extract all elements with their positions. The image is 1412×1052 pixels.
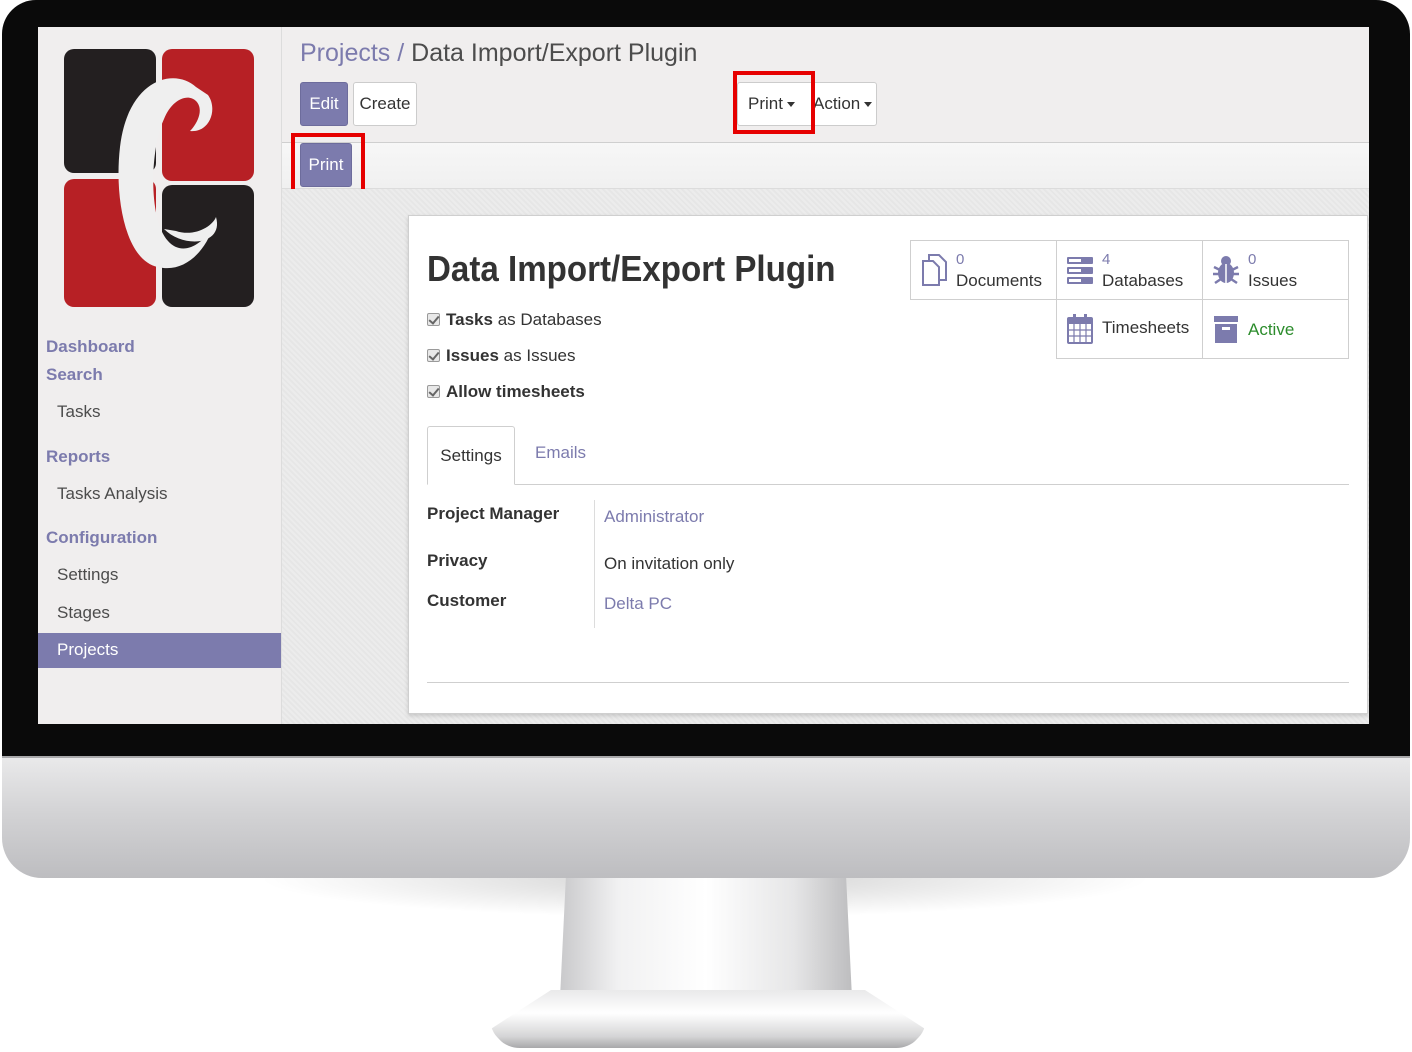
option-tasks-rest: as Databases bbox=[497, 310, 602, 329]
field-separator bbox=[594, 500, 595, 628]
nav-dashboard[interactable]: Dashboard bbox=[46, 337, 135, 357]
monitor-stand-neck bbox=[560, 878, 852, 998]
screen: Dashboard Search Tasks Reports Tasks Ana… bbox=[38, 27, 1369, 724]
nav-stages[interactable]: Stages bbox=[57, 603, 110, 623]
project-manager-link[interactable]: Administrator bbox=[604, 507, 704, 527]
customer-label: Customer bbox=[427, 591, 507, 610]
create-button[interactable]: Create bbox=[353, 82, 417, 126]
database-icon bbox=[1067, 257, 1093, 284]
option-timesheets: Allow timesheets bbox=[427, 382, 585, 402]
nav-tasks[interactable]: Tasks bbox=[57, 402, 100, 422]
databases-count: 4 bbox=[1102, 251, 1111, 268]
option-timesheets-strong: Allow timesheets bbox=[446, 382, 585, 401]
privacy-label: Privacy bbox=[427, 551, 488, 570]
project-manager-label: Project Manager bbox=[427, 504, 560, 523]
databases-label: Databases bbox=[1102, 271, 1184, 290]
option-issues-rest: as Issues bbox=[503, 346, 576, 365]
nav-projects[interactable]: Projects bbox=[38, 633, 281, 668]
nav-reports[interactable]: Reports bbox=[46, 447, 110, 467]
tab-emails[interactable]: Emails bbox=[535, 443, 586, 463]
option-tasks-strong: Tasks bbox=[446, 310, 493, 329]
calendar-icon bbox=[1067, 314, 1093, 344]
action-dropdown-label: Action bbox=[813, 94, 861, 113]
breadcrumb-projects-link[interactable]: Projects / bbox=[300, 39, 404, 67]
statusbar: Print bbox=[282, 133, 1369, 200]
checkbox-checked[interactable] bbox=[427, 385, 440, 398]
sidebar: Dashboard Search Tasks Reports Tasks Ana… bbox=[38, 27, 282, 724]
option-issues-strong: Issues bbox=[446, 346, 499, 365]
nav-configuration[interactable]: Configuration bbox=[46, 528, 157, 548]
nav-projects-label: Projects bbox=[57, 640, 119, 659]
documents-icon bbox=[922, 254, 947, 286]
active-label: Active bbox=[1248, 320, 1295, 339]
archive-icon bbox=[1214, 316, 1238, 343]
checkbox-checked[interactable] bbox=[427, 313, 440, 326]
nav-search[interactable]: Search bbox=[46, 365, 103, 385]
option-issues: Issues as Issues bbox=[427, 346, 575, 366]
bug-icon bbox=[1213, 256, 1239, 285]
company-logo bbox=[64, 49, 254, 307]
nav-tasks-analysis[interactable]: Tasks Analysis bbox=[57, 484, 168, 504]
notebook-bottom-divider bbox=[427, 682, 1349, 683]
breadcrumb-current: Data Import/Export Plugin bbox=[411, 39, 698, 67]
documents-label: Documents bbox=[956, 271, 1042, 290]
control-panel: Projects / Data Import/Export Plugin Edi… bbox=[282, 27, 1369, 143]
issues-label: Issues bbox=[1248, 271, 1298, 290]
timesheets-label: Timesheets bbox=[1102, 318, 1190, 337]
privacy-value: On invitation only bbox=[604, 554, 735, 573]
breadcrumb: Projects / Data Import/Export Plugin bbox=[300, 39, 697, 68]
active-toggle-button[interactable]: Active bbox=[1202, 299, 1349, 359]
nav-settings[interactable]: Settings bbox=[57, 565, 118, 585]
monitor-stand-base bbox=[490, 990, 926, 1048]
action-dropdown[interactable]: Action bbox=[813, 83, 873, 125]
tab-settings[interactable]: Settings bbox=[427, 426, 515, 485]
monitor-chin bbox=[2, 756, 1410, 878]
tabs-divider bbox=[427, 484, 1349, 485]
form-sheet: Data Import/Export Plugin Tasks as Datab… bbox=[408, 215, 1368, 714]
issues-count: 0 bbox=[1248, 251, 1257, 268]
checkbox-checked[interactable] bbox=[427, 349, 440, 362]
print-dropdown-highlight bbox=[733, 71, 815, 134]
documents-count: 0 bbox=[956, 251, 965, 268]
edit-button[interactable]: Edit bbox=[300, 82, 348, 126]
record-title: Data Import/Export Plugin bbox=[427, 248, 836, 289]
option-tasks: Tasks as Databases bbox=[427, 310, 602, 330]
caret-down-icon bbox=[864, 102, 873, 108]
databases-smart-button[interactable]: 4 Databases bbox=[1056, 240, 1203, 300]
issues-smart-button[interactable]: 0 Issues bbox=[1202, 240, 1349, 300]
documents-smart-button[interactable]: 0 Documents bbox=[910, 240, 1057, 300]
customer-link[interactable]: Delta PC bbox=[604, 594, 672, 614]
timesheets-smart-button[interactable]: Timesheets bbox=[1056, 299, 1203, 359]
